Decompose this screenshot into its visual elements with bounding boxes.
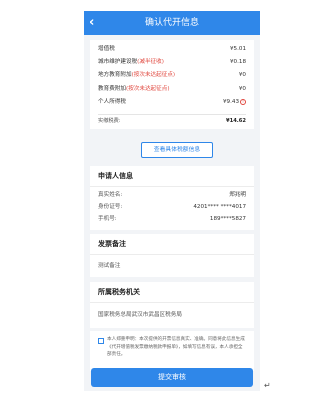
divider [90,302,254,303]
section-title: 所属税务机关 [98,288,140,296]
tax-name: 城市维护建设税(减半征收) [98,59,164,65]
submit-review-button[interactable]: 提交审核 [91,368,253,387]
total-tax-row: 实缴税费: ¥14.62 [98,116,246,126]
applicant-info-card: 申请人信息 真实姓名: 郑兆明 身份证号: 4201**** ****4017 … [90,166,254,230]
applicant-phone-row: 手机号: 189****5827 [98,214,246,224]
tax-row-local-education: 地方教育附加(按次未达起征点) ¥0 [98,70,246,81]
tax-row-personal-income: 个人所得税 ¥9.43! [98,97,246,108]
tax-row-education-surcharge: 教育费附加(按次未达起征点) ¥0 [98,84,246,95]
section-title: 发票备注 [98,240,126,248]
declaration-card: 本人郑重申明：本次提供的开票信息真实、准确。同意将此信息生成《代开增值税发票缴纳… [90,331,254,371]
field-label: 手机号: [98,216,117,222]
field-value: 189****5827 [209,216,246,222]
tax-authority-card: 所属税务机关 国家税务总局武汉市武昌区税务局 [90,282,254,328]
divider [90,186,254,187]
tax-row-vat: 增值税 ¥5.01 [98,44,246,55]
field-label: 身份证号: [98,204,123,210]
tax-amount: ¥0 [238,86,246,92]
declaration-text: 本人郑重申明：本次提供的开票信息真实、准确。同意将此信息生成《代开增值税发票缴纳… [107,337,245,357]
tax-amount: ¥0.18 [229,59,246,65]
applicant-name-row: 真实姓名: 郑兆明 [98,190,246,200]
return-mark-icon: ↵ [264,381,271,390]
tax-name: 地方教育附加(按次未达起征点) [98,72,176,78]
title-bar: ‹ 确认代开信息 [84,11,260,35]
field-value: 4201**** ****4017 [193,204,246,210]
warning-info-icon[interactable]: ! [240,98,246,105]
tax-amount: ¥5.01 [229,46,246,52]
tax-name: 教育费附加(按次未达起征点) [98,86,170,92]
tax-row-urban-construction: 城市维护建设税(减半征收) ¥0.18 [98,57,246,68]
tax-name: 个人所得税 [98,99,126,105]
tax-amount: ¥0 [238,72,246,78]
view-tax-detail-button[interactable]: 查看具体税额信息 [141,142,213,158]
field-label: 真实姓名: [98,192,123,198]
mobile-screen: ‹ 确认代开信息 增值税 ¥5.01 城市维护建设税(减半征收) ¥0.18 地… [84,11,260,391]
tax-summary-card: 增值税 ¥5.01 城市维护建设税(减半征收) ¥0.18 地方教育附加(按次未… [90,40,254,129]
total-amount: ¥14.62 [225,118,246,124]
page-title: 确认代开信息 [144,18,199,28]
remark-text: 测试备注 [98,263,121,269]
applicant-id-row: 身份证号: 4201**** ****4017 [98,202,246,212]
section-title: 申请人信息 [98,172,133,180]
field-value: 郑兆明 [229,192,246,198]
agree-checkbox[interactable] [98,338,104,344]
invoice-remark-card: 发票备注 测试备注 [90,234,254,277]
divider [90,254,254,255]
total-label: 实缴税费: [98,118,121,124]
tax-amount: ¥9.43! [223,97,246,108]
authority-text: 国家税务总局武汉市武昌区税务局 [98,312,182,318]
divider [98,114,246,115]
tax-name: 增值税 [98,46,115,52]
